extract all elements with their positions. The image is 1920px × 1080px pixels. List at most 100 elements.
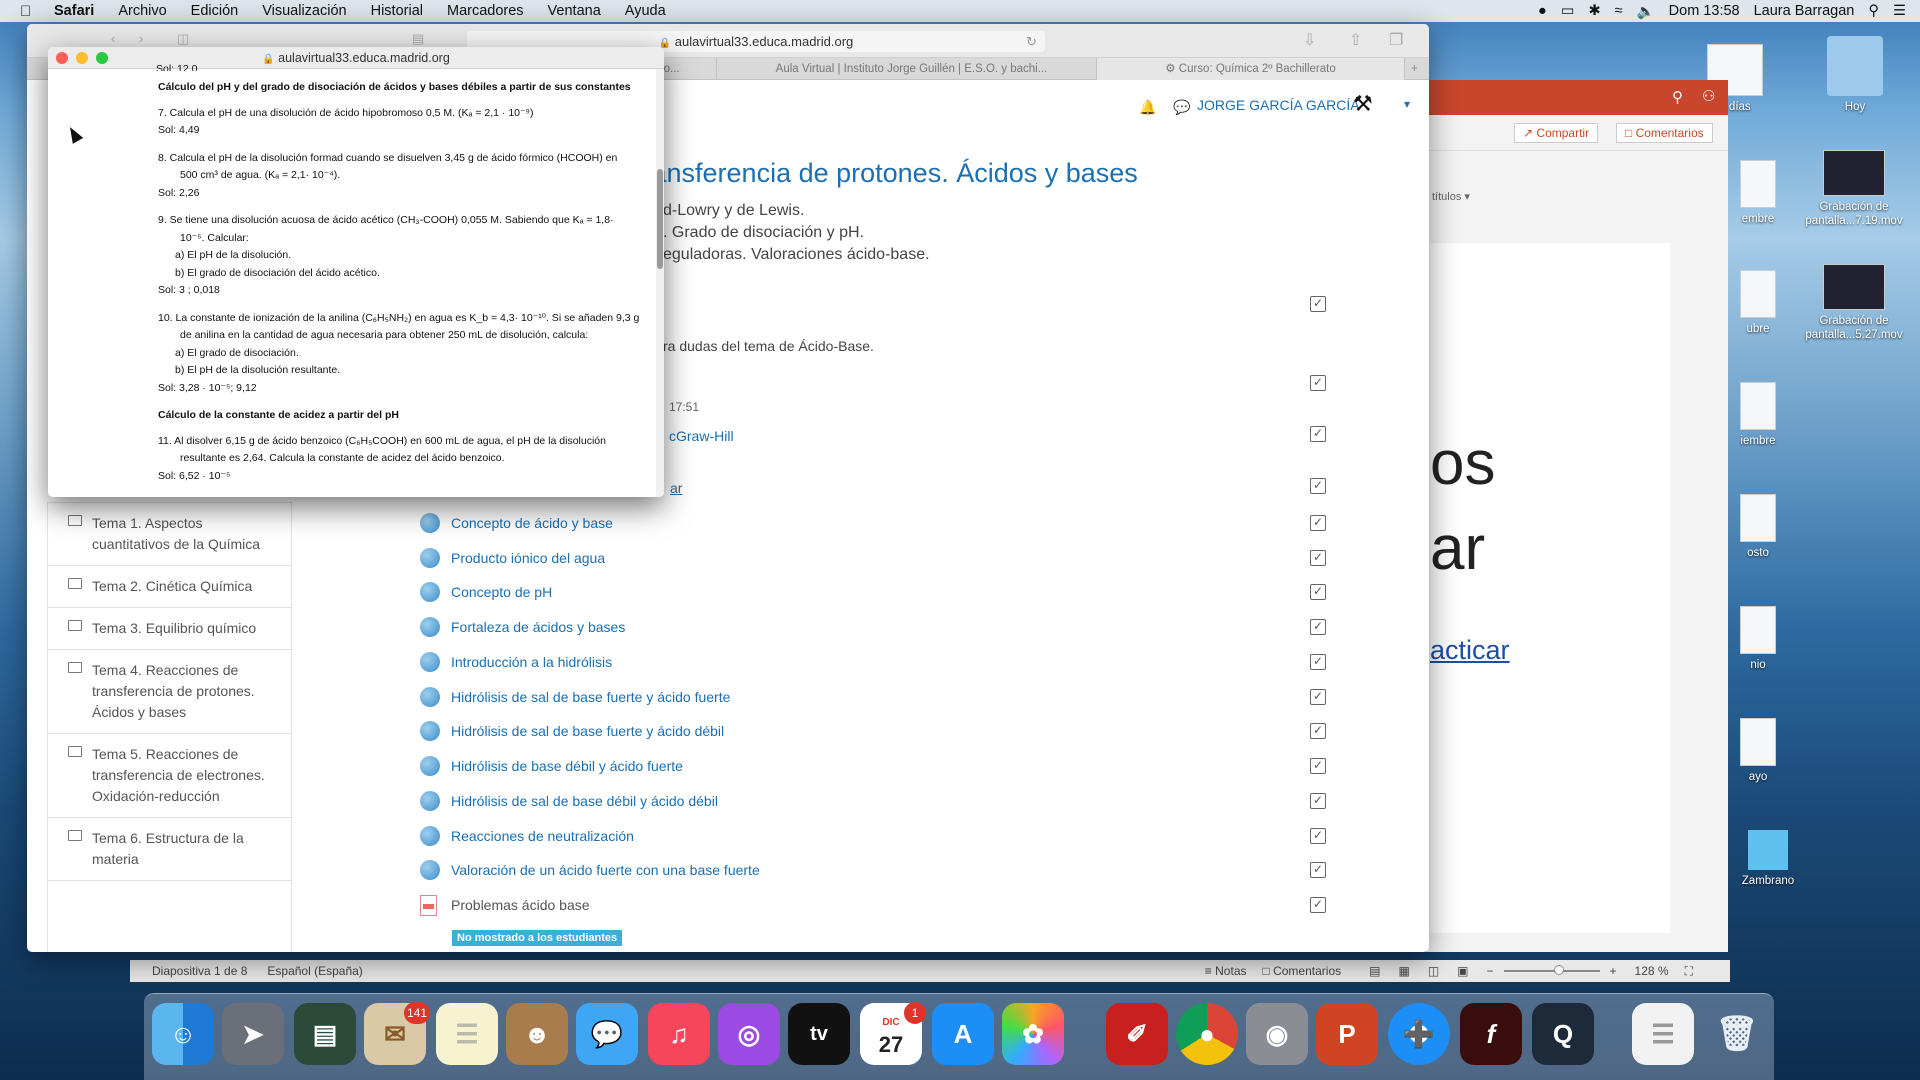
user-icon[interactable]: ⚇ <box>1702 87 1715 105</box>
zoom-in-icon[interactable]: + <box>1610 964 1617 978</box>
reading-view-icon[interactable]: ◫ <box>1428 964 1439 978</box>
messages-app-icon[interactable]: 💬 <box>576 1003 638 1065</box>
desktop-item-embre[interactable]: embre <box>1728 160 1788 226</box>
activity-item[interactable]: Valoración de un ácido fuerte con una ba… <box>420 855 760 885</box>
activity-item[interactable]: Hidrólisis de sal de base fuerte y ácido… <box>420 716 724 746</box>
completion-checkbox[interactable]: ✓ <box>1310 654 1326 670</box>
user-name[interactable]: JORGE GARCÍA GARCÍA <box>1197 97 1360 113</box>
desktop-item-grabacion-1[interactable]: Grabación de pantalla...7.19.mov <box>1790 150 1918 228</box>
wifi-icon[interactable]: ≈ <box>1615 3 1623 19</box>
sidebar-item-tema5[interactable]: Tema 5. Reacciones de transferencia de e… <box>48 734 291 818</box>
acrobat-icon[interactable]: ✐ <box>1106 1003 1168 1065</box>
menu-edicion[interactable]: Edición <box>191 3 239 19</box>
share-icon[interactable]: ⇧ <box>1349 30 1362 50</box>
back-icon[interactable]: ‹ <box>111 31 115 46</box>
document-stack-icon[interactable]: ☰ <box>1632 1003 1694 1065</box>
popup-scrollbar[interactable] <box>656 69 664 497</box>
trash-icon[interactable]: 🗑 <box>1706 1003 1768 1065</box>
activity-item[interactable]: Hidrólisis de base débil y ácido fuerte <box>420 751 683 781</box>
music-icon[interactable]: ♫ <box>648 1003 710 1065</box>
activity-link-ar[interactable]: ar <box>670 480 682 496</box>
control-center-icon[interactable]: ☰ <box>1893 3 1906 19</box>
sidebar-item-tema6[interactable]: Tema 6. Estructura de la materia <box>48 818 291 881</box>
sidebar-item-tema3[interactable]: Tema 3. Equilibrio químico <box>48 608 291 650</box>
completion-checkbox[interactable]: ✓ <box>1310 375 1326 391</box>
menu-ventana[interactable]: Ventana <box>548 3 601 19</box>
apple-tv-icon[interactable]: tv <box>788 1003 850 1065</box>
completion-checkbox[interactable]: ✓ <box>1310 426 1326 442</box>
record-icon[interactable]: ● <box>1538 3 1547 19</box>
apple-menu-icon[interactable]:  <box>20 3 40 20</box>
completion-checkbox[interactable]: ✓ <box>1310 619 1326 635</box>
slideshow-icon[interactable]: ▣ <box>1457 964 1468 978</box>
share-button[interactable]: ↗ Compartir <box>1514 123 1599 143</box>
powerpoint-icon[interactable]: P <box>1316 1003 1378 1065</box>
desktop-item-ayo[interactable]: ayo <box>1728 718 1788 784</box>
sidebar-item-tema1[interactable]: Tema 1. Aspectos cuantitativos de la Quí… <box>48 503 291 566</box>
zoom-level[interactable]: 128 % <box>1635 964 1669 978</box>
tabs-icon[interactable]: ❐ <box>1389 30 1403 50</box>
tab-3[interactable]: ⚙ Curso: Química 2º Bachillerato <box>1097 58 1405 80</box>
tab-overview-icon[interactable]: ▤ <box>412 31 424 47</box>
sidebar-toggle-icon[interactable]: ◫ <box>177 31 189 47</box>
activity-link-mcgraw[interactable]: cGraw-Hill <box>669 428 734 444</box>
forward-icon[interactable]: › <box>139 31 143 46</box>
photos-icon[interactable]: ✿ <box>1002 1003 1064 1065</box>
menu-marcadores[interactable]: Marcadores <box>447 3 524 19</box>
completion-checkbox[interactable]: ✓ <box>1310 828 1326 844</box>
user-menu-chevron-icon[interactable]: ▾ <box>1404 97 1410 111</box>
zoom-out-icon[interactable]: − <box>1487 964 1494 978</box>
quicktime-icon[interactable]: Q <box>1532 1003 1594 1065</box>
finder-icon[interactable]: ☺ <box>152 1003 214 1065</box>
status-language[interactable]: Español (España) <box>267 964 362 978</box>
completion-checkbox[interactable]: ✓ <box>1310 897 1326 913</box>
notes-button[interactable]: ≡ Notas <box>1205 964 1247 978</box>
menu-archivo[interactable]: Archivo <box>118 3 166 19</box>
desktop-item-ubre[interactable]: ubre <box>1728 270 1788 336</box>
activity-item[interactable]: Concepto de pH <box>420 577 552 607</box>
sorter-view-icon[interactable]: ▦ <box>1398 964 1409 978</box>
completion-checkbox[interactable]: ✓ <box>1310 550 1326 566</box>
airplay-icon[interactable]: ▭ <box>1561 3 1575 19</box>
fit-window-icon[interactable]: ⛶ <box>1685 964 1693 979</box>
completion-checkbox[interactable]: ✓ <box>1310 689 1326 705</box>
search-icon[interactable]: ⚲ <box>1672 88 1683 106</box>
activity-item[interactable]: Concepto de ácido y base <box>420 508 613 538</box>
contacts-icon[interactable]: ☻ <box>506 1003 568 1065</box>
desktop-item-iembre[interactable]: iembre <box>1728 382 1788 448</box>
desktop-item-zambrano[interactable]: Zambrano <box>1728 830 1808 888</box>
spotlight-icon[interactable]: ⚲ <box>1868 3 1879 19</box>
activity-item[interactable]: Introducción a la hidrólisis <box>420 647 612 677</box>
menu-clock[interactable]: Dom 13:58 <box>1669 3 1740 19</box>
slide-link[interactable]: acticar <box>1430 635 1510 666</box>
completion-checkbox[interactable]: ✓ <box>1310 723 1326 739</box>
menu-visualizacion[interactable]: Visualización <box>262 3 346 19</box>
user-avatar-icon[interactable]: ⚒ <box>1353 91 1373 117</box>
safari-icon[interactable]: ➕ <box>1388 1003 1450 1065</box>
zoom-slider-thumb[interactable] <box>1553 965 1564 975</box>
menu-user[interactable]: Laura Barragan <box>1754 3 1855 19</box>
completion-checkbox[interactable]: ✓ <box>1310 478 1326 494</box>
ppt-subtitles-dropdown[interactable]: títulos ▾ <box>1432 190 1470 203</box>
reload-icon[interactable]: ↻ <box>1026 31 1037 52</box>
image-capture-icon[interactable]: ▤ <box>294 1003 356 1065</box>
desktop-item-osto[interactable]: osto <box>1728 494 1788 560</box>
screenshot-icon[interactable]: ◉ <box>1246 1003 1308 1065</box>
minimize-icon[interactable] <box>76 52 88 64</box>
flash-icon[interactable]: f <box>1460 1003 1522 1065</box>
tab-2[interactable]: Aula Virtual | Instituto Jorge Guillén |… <box>727 58 1097 80</box>
chrome-icon[interactable]: ● <box>1176 1003 1238 1065</box>
normal-view-icon[interactable]: ▤ <box>1369 964 1380 978</box>
notes-app-icon[interactable]: ☰ <box>436 1003 498 1065</box>
completion-checkbox[interactable]: ✓ <box>1310 515 1326 531</box>
activity-item[interactable]: Fortaleza de ácidos y bases <box>420 612 625 642</box>
sidebar-item-tema4[interactable]: Tema 4. Reacciones de transferencia de p… <box>48 650 291 734</box>
desktop-item-nio[interactable]: nio <box>1728 606 1788 672</box>
download-icon[interactable]: ⇩ <box>1303 30 1316 50</box>
desktop-item-grabacion-2[interactable]: Grabación de pantalla...5.27.mov <box>1790 264 1918 342</box>
activity-item-pdf[interactable]: Problemas ácido base <box>420 890 590 920</box>
completion-checkbox[interactable]: ✓ <box>1310 758 1326 774</box>
completion-checkbox[interactable]: ✓ <box>1310 862 1326 878</box>
menu-app-name[interactable]: Safari <box>54 3 94 19</box>
status-comments-button[interactable]: □ Comentarios <box>1263 964 1342 978</box>
